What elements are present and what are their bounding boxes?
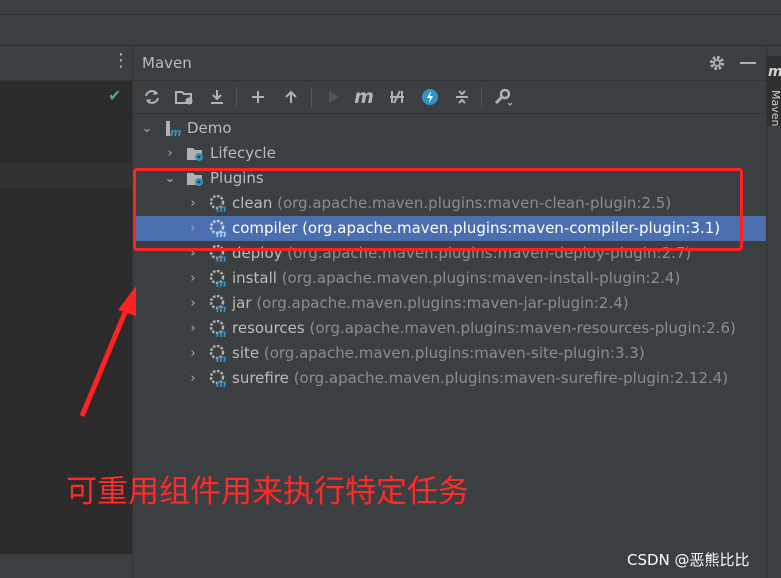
- chevron-right-icon[interactable]: ›: [186, 291, 200, 316]
- svg-text:m: m: [216, 304, 226, 312]
- plus-icon[interactable]: [246, 85, 270, 109]
- svg-text:m: m: [216, 254, 226, 262]
- maven-plugin-icon: m: [209, 270, 226, 287]
- tree-item-lifecycle[interactable]: › Lifecycle: [133, 141, 766, 166]
- svg-text:m: m: [170, 126, 181, 137]
- left-selected-row[interactable]: [0, 163, 132, 188]
- maven-side-tab-label: Maven: [769, 90, 781, 127]
- plugin-coordinates: (org.apache.maven.plugins:maven-resource…: [309, 319, 736, 337]
- editor-tabs-bar: [0, 15, 781, 46]
- annotation-text: 可重用组件用来执行特定任务: [66, 474, 469, 510]
- plugin-name: site: [232, 344, 260, 362]
- lightning-icon[interactable]: [418, 85, 442, 109]
- window-top-bar: [0, 0, 781, 15]
- chevron-right-icon[interactable]: ›: [186, 341, 200, 366]
- minus-icon[interactable]: [740, 62, 756, 64]
- maven-m-icon: m: [768, 64, 781, 80]
- plugin-item-install[interactable]: › m install (org.apache.maven.plugins:ma…: [133, 266, 766, 291]
- folder-gear-icon: [187, 148, 203, 161]
- tree-item-label: Lifecycle: [210, 144, 276, 162]
- plugin-name: install: [232, 269, 277, 287]
- more-options-icon[interactable]: ⋮: [112, 50, 130, 71]
- svg-text:m: m: [216, 354, 226, 362]
- tree-item-demo[interactable]: ⌄ m Demo: [133, 116, 766, 141]
- download-icon[interactable]: [205, 85, 229, 109]
- toggle-offline-icon[interactable]: [385, 85, 409, 109]
- maven-plugin-icon: m: [209, 345, 226, 362]
- gear-icon[interactable]: [708, 54, 726, 72]
- checkmark-icon: ✔: [108, 86, 122, 105]
- red-arrow-annotation: [79, 286, 136, 417]
- maven-plugin-icon: m: [209, 370, 226, 387]
- maven-plugin-icon: m: [209, 295, 226, 312]
- plugin-coordinates: (org.apache.maven.plugins:maven-jar-plug…: [256, 294, 629, 312]
- plugin-coordinates: (org.apache.maven.plugins:maven-install-…: [281, 269, 681, 287]
- reload-icon[interactable]: [140, 85, 164, 109]
- plugin-item-surefire[interactable]: › m surefire (org.apache.maven.plugins:m…: [133, 366, 766, 391]
- chevron-right-icon[interactable]: ›: [186, 316, 200, 341]
- svg-text:m: m: [216, 379, 226, 387]
- plugin-coordinates: (org.apache.maven.plugins:maven-site-plu…: [263, 344, 645, 362]
- svg-text:m: m: [216, 329, 226, 337]
- chevron-down-icon[interactable]: ⌄: [140, 116, 154, 141]
- left-panel-header: ⋮: [0, 46, 132, 81]
- maven-plugin-icon: m: [209, 320, 226, 337]
- highlight-box: [133, 168, 743, 251]
- plugin-name: resources: [232, 319, 305, 337]
- right-tool-strip: m Maven: [766, 46, 781, 578]
- plugin-item-jar[interactable]: › m jar (org.apache.maven.plugins:maven-…: [133, 291, 766, 316]
- svg-text:m: m: [216, 279, 226, 287]
- up-arrow-icon[interactable]: [279, 85, 303, 109]
- plugin-coordinates: (org.apache.maven.plugins:maven-surefire…: [293, 369, 729, 387]
- chevron-right-icon[interactable]: ›: [186, 266, 200, 291]
- wrench-icon[interactable]: [491, 85, 515, 109]
- watermark: CSDN @恶熊比比: [627, 551, 750, 569]
- left-bottom-bar: [0, 554, 132, 578]
- maven-m-icon[interactable]: m: [352, 85, 376, 109]
- maven-header: Maven: [133, 46, 766, 81]
- add-folder-icon[interactable]: [172, 85, 196, 109]
- maven-title: Maven: [142, 54, 192, 72]
- maven-side-tab[interactable]: m Maven: [767, 56, 781, 126]
- collapse-icon[interactable]: [450, 85, 474, 109]
- plugin-item-site[interactable]: › m site (org.apache.maven.plugins:maven…: [133, 341, 766, 366]
- chevron-right-icon[interactable]: ›: [186, 366, 200, 391]
- run-icon[interactable]: [321, 85, 345, 109]
- chevron-right-icon[interactable]: ›: [163, 141, 177, 166]
- maven-module-icon: m: [166, 121, 181, 137]
- tree-item-label: Demo: [187, 119, 232, 137]
- plugin-item-resources[interactable]: › m resources (org.apache.maven.plugins:…: [133, 316, 766, 341]
- plugin-name: jar: [232, 294, 252, 312]
- maven-toolbar: m: [133, 81, 766, 114]
- plugin-name: surefire: [232, 369, 289, 387]
